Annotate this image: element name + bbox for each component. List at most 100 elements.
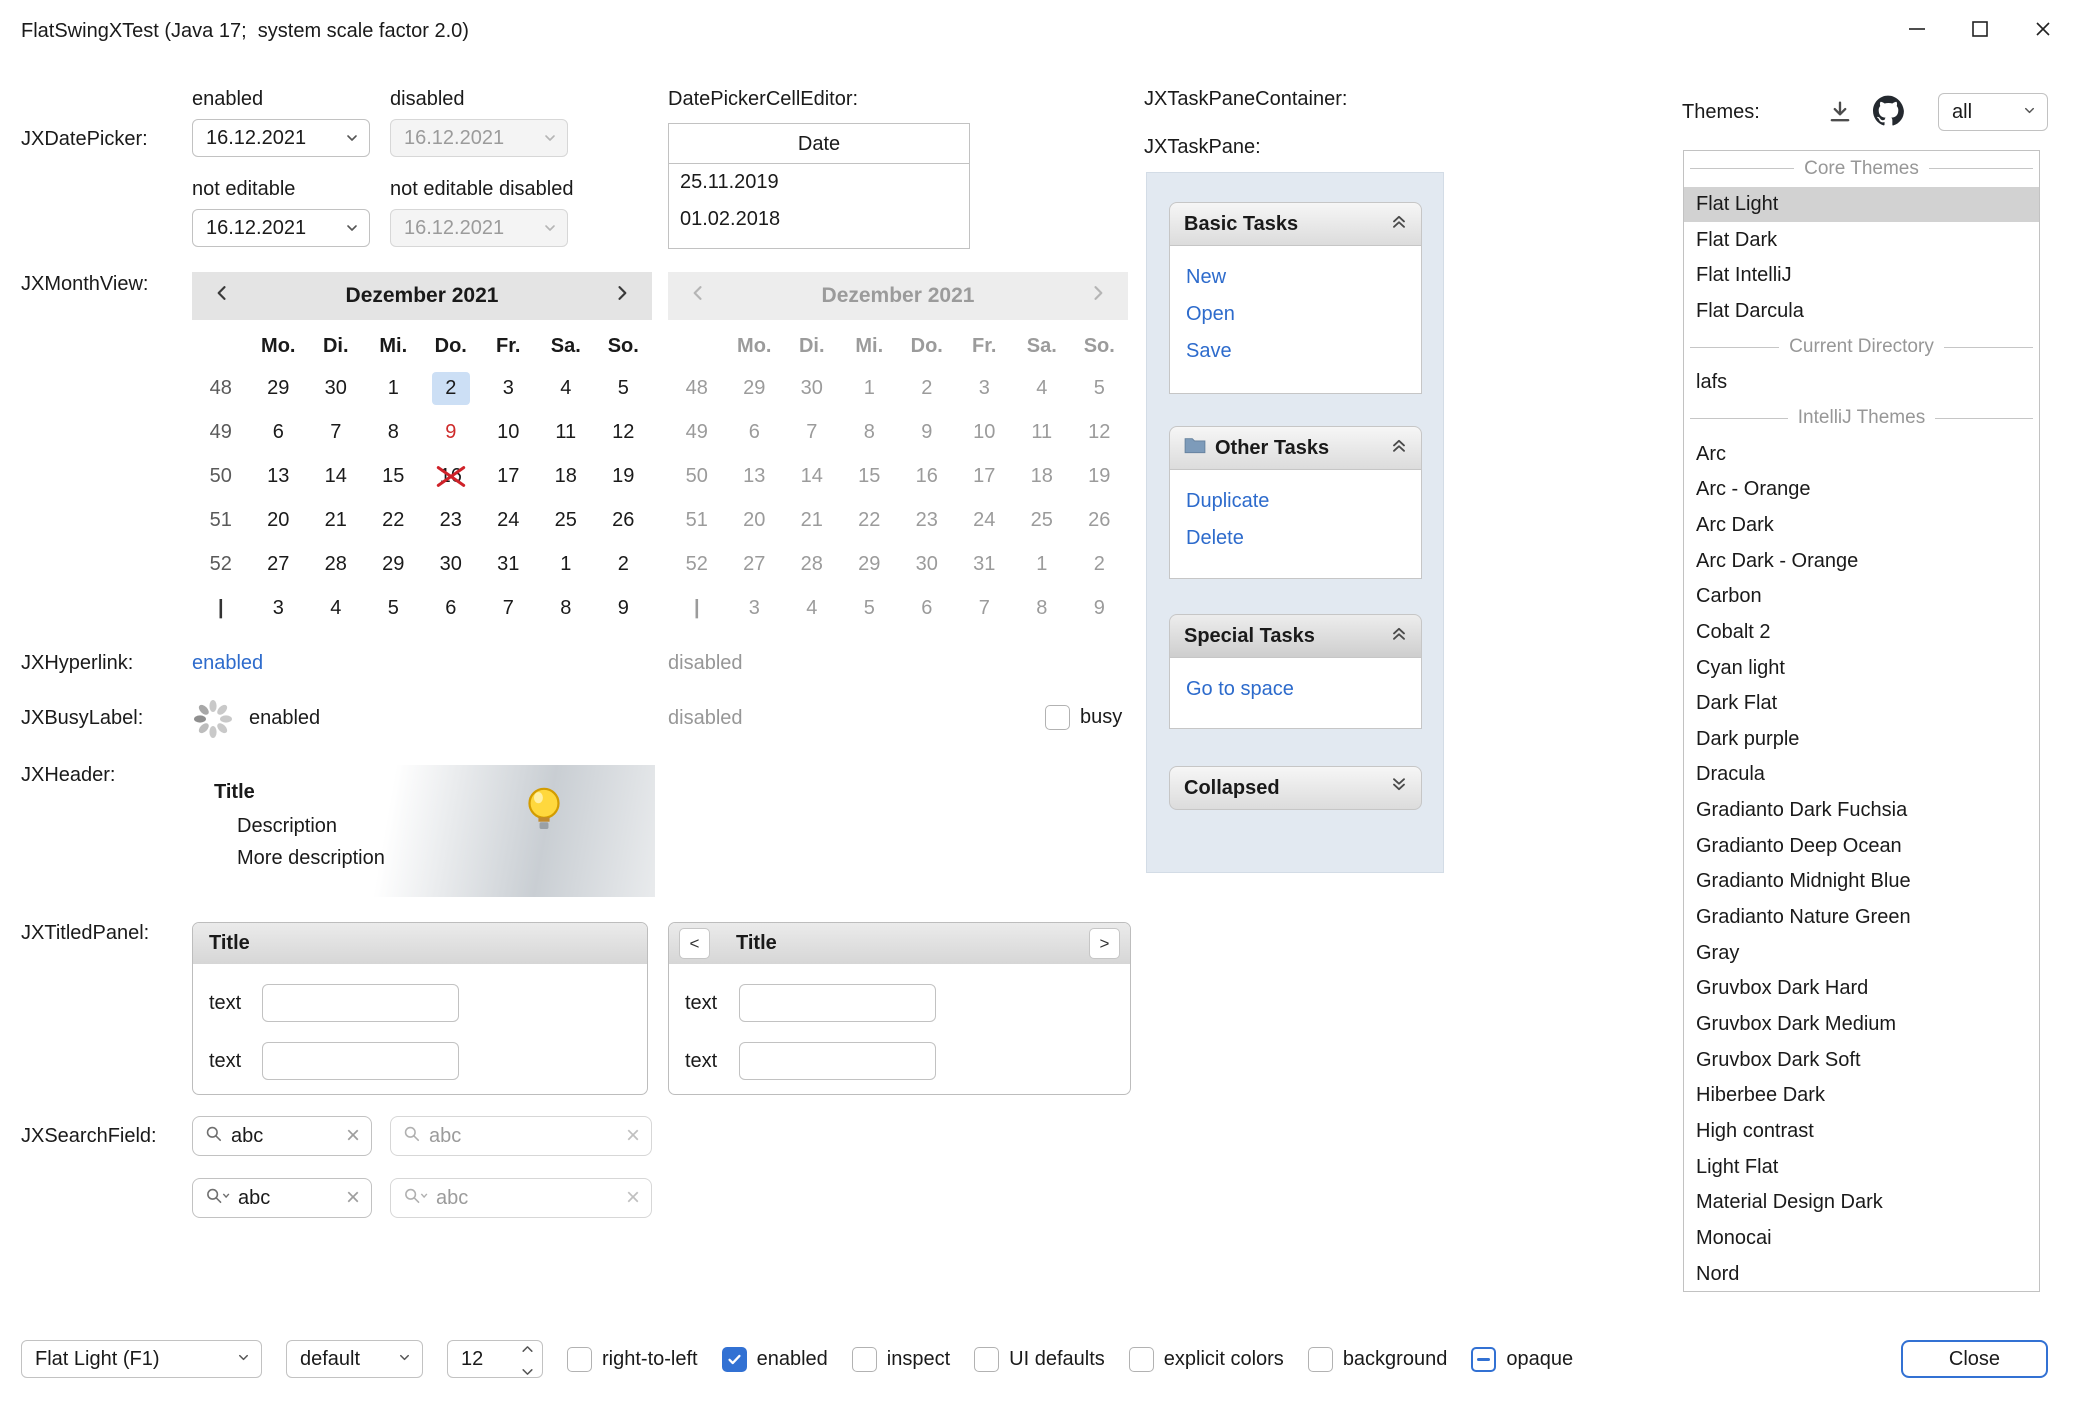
theme-item[interactable]: Dracula: [1684, 757, 2039, 793]
theme-item[interactable]: Gruvbox Dark Medium: [1684, 1007, 2039, 1043]
taskpane-header[interactable]: Special Tasks: [1169, 614, 1422, 658]
calendar-day-cell[interactable]: 2: [422, 366, 480, 410]
checkbox-box[interactable]: [1129, 1347, 1154, 1372]
text-input[interactable]: [262, 984, 459, 1022]
spinner-up-icon[interactable]: [521, 1336, 534, 1359]
expand-chevron-down-icon[interactable]: [1389, 775, 1409, 801]
close-button[interactable]: Close: [1901, 1340, 2048, 1378]
calendar-day-cell[interactable]: 16: [422, 454, 480, 498]
taskpane-header[interactable]: Basic Tasks: [1169, 202, 1422, 246]
checkbox-UI-defaults[interactable]: UI defaults: [974, 1347, 1105, 1372]
calendar-day-cell[interactable]: 23: [422, 498, 480, 542]
theme-item[interactable]: Dark Flat: [1684, 686, 2039, 722]
calendar-day-cell[interactable]: 6: [250, 410, 308, 454]
calendar-day-cell[interactable]: 6: [422, 586, 480, 630]
calendar-day-cell[interactable]: 21: [307, 498, 365, 542]
calendar-day-cell[interactable]: 7: [307, 410, 365, 454]
calendar-day-cell[interactable]: 31: [480, 542, 538, 586]
taskpane-link-duplicate[interactable]: Duplicate: [1186, 483, 1421, 520]
theme-item[interactable]: Gradianto Dark Fuchsia: [1684, 793, 2039, 829]
taskpane-header[interactable]: Collapsed: [1169, 766, 1422, 810]
calendar-day-cell[interactable]: 30: [422, 542, 480, 586]
calendar-day-cell[interactable]: 3: [480, 366, 538, 410]
calendar-day-cell[interactable]: 1: [537, 542, 595, 586]
hyperlink-enabled[interactable]: enabled: [192, 649, 263, 677]
checkbox-inspect[interactable]: inspect: [852, 1347, 950, 1372]
checkbox-box[interactable]: [1308, 1347, 1333, 1372]
calendar-day-cell[interactable]: 30: [307, 366, 365, 410]
theme-item[interactable]: High contrast: [1684, 1114, 2039, 1150]
theme-item[interactable]: Carbon: [1684, 579, 2039, 615]
text-input[interactable]: [262, 1042, 459, 1080]
taskpane-header[interactable]: Other Tasks: [1169, 426, 1422, 470]
theme-item[interactable]: Material Design Dark: [1684, 1185, 2039, 1221]
search-input[interactable]: abc: [231, 1125, 338, 1148]
collapse-chevron-up-icon[interactable]: [1389, 435, 1409, 461]
search-with-dropdown-icon[interactable]: [204, 1186, 230, 1211]
theme-item[interactable]: Hiberbee Dark: [1684, 1078, 2039, 1114]
checkbox-right-to-left[interactable]: right-to-left: [567, 1347, 698, 1372]
theme-item[interactable]: Gray: [1684, 935, 2039, 971]
calendar-day-cell[interactable]: 5: [595, 366, 653, 410]
theme-item[interactable]: Cobalt 2: [1684, 615, 2039, 651]
taskpane-link-new[interactable]: New: [1186, 259, 1421, 296]
theme-item[interactable]: Gradianto Midnight Blue: [1684, 864, 2039, 900]
theme-item[interactable]: lafs: [1684, 365, 2039, 401]
calendar-day-cell[interactable]: 13: [250, 454, 308, 498]
checkbox-busy[interactable]: busy: [1045, 705, 1122, 730]
checkbox-box[interactable]: [852, 1347, 877, 1372]
calendar-day-cell[interactable]: 9: [595, 586, 653, 630]
maximize-button[interactable]: [1948, 0, 2011, 63]
calendar-day-cell[interactable]: 24: [480, 498, 538, 542]
calendar-day-cell[interactable]: 5: [365, 586, 423, 630]
close-window-button[interactable]: [2011, 0, 2074, 63]
text-input[interactable]: [739, 984, 936, 1022]
checkbox-opaque[interactable]: opaque: [1471, 1347, 1573, 1372]
calendar-day-cell[interactable]: 26: [595, 498, 653, 542]
theme-item[interactable]: Arc - Orange: [1684, 472, 2039, 508]
search-input[interactable]: abc: [238, 1187, 338, 1210]
theme-item[interactable]: Flat Light: [1684, 187, 2039, 223]
next-month-button[interactable]: [612, 283, 632, 309]
calendar-day-cell[interactable]: 1: [365, 366, 423, 410]
checkbox-enabled[interactable]: enabled: [722, 1347, 828, 1372]
theme-item[interactable]: Flat IntelliJ: [1684, 258, 2039, 294]
calendar-day-cell[interactable]: 15: [365, 454, 423, 498]
taskpane-link-go-to-space[interactable]: Go to space: [1186, 671, 1421, 708]
theme-item[interactable]: Flat Dark: [1684, 222, 2039, 258]
calendar-day-cell[interactable]: 22: [365, 498, 423, 542]
theme-item[interactable]: Gradianto Nature Green: [1684, 900, 2039, 936]
checkbox-explicit-colors[interactable]: explicit colors: [1129, 1347, 1284, 1372]
collapse-chevron-up-icon[interactable]: [1389, 623, 1409, 649]
calendar-day-cell[interactable]: 20: [250, 498, 308, 542]
table-row[interactable]: 25.11.2019: [669, 164, 969, 201]
datepicker-not-editable[interactable]: 16.12.2021: [192, 209, 370, 247]
checkbox-box[interactable]: [1471, 1347, 1496, 1372]
theme-item[interactable]: Cyan light: [1684, 650, 2039, 686]
theme-item[interactable]: Light Flat: [1684, 1149, 2039, 1185]
theme-item[interactable]: Nord: [1684, 1256, 2039, 1292]
checkbox-box[interactable]: [567, 1347, 592, 1372]
calendar-day-cell[interactable]: 10: [480, 410, 538, 454]
taskpane-link-delete[interactable]: Delete: [1186, 520, 1421, 557]
search-field-with-history[interactable]: abc ×: [192, 1178, 372, 1218]
calendar-day-cell[interactable]: 19: [595, 454, 653, 498]
spinner-down-icon[interactable]: [521, 1360, 534, 1383]
clear-icon[interactable]: ×: [346, 1124, 360, 1148]
search-field[interactable]: abc ×: [192, 1116, 372, 1156]
checkbox-box[interactable]: [974, 1347, 999, 1372]
download-themes-button[interactable]: [1826, 98, 1854, 132]
font-size-spinner[interactable]: 12: [447, 1340, 543, 1378]
text-input[interactable]: [739, 1042, 936, 1080]
themes-list[interactable]: Core ThemesFlat LightFlat DarkFlat Intel…: [1683, 150, 2040, 1292]
theme-item[interactable]: Gruvbox Dark Soft: [1684, 1042, 2039, 1078]
datepicker-enabled[interactable]: 16.12.2021: [192, 119, 370, 157]
calendar-day-cell[interactable]: 3: [250, 586, 308, 630]
theme-item[interactable]: Arc Dark - Orange: [1684, 543, 2039, 579]
calendar-day-cell[interactable]: 8: [365, 410, 423, 454]
calendar-day-cell[interactable]: 11: [537, 410, 595, 454]
theme-item[interactable]: Dark purple: [1684, 722, 2039, 758]
taskpane-link-open[interactable]: Open: [1186, 296, 1421, 333]
calendar-day-cell[interactable]: 18: [537, 454, 595, 498]
taskpane-link-save[interactable]: Save: [1186, 333, 1421, 370]
